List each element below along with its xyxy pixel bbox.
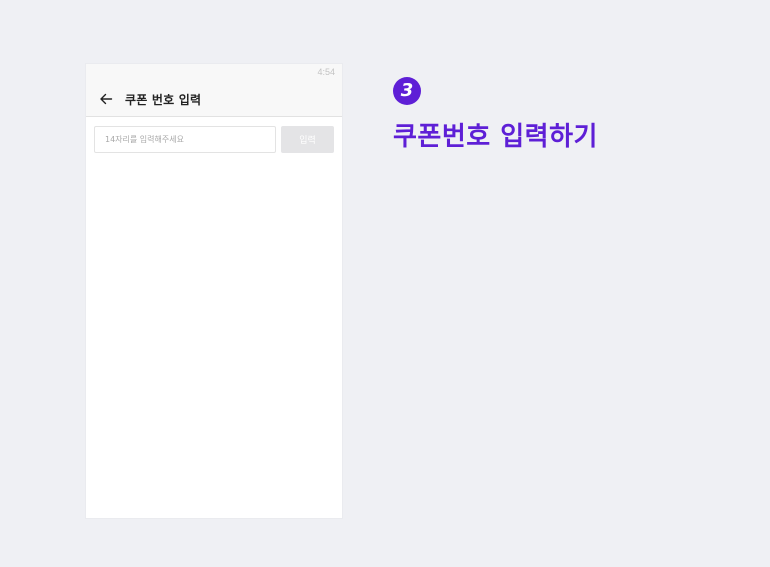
- status-time: 4:54: [317, 67, 335, 77]
- status-bar: 4:54: [86, 64, 342, 81]
- phone-screen: 4:54 쿠폰 번호 입력 입력: [86, 64, 342, 518]
- step-title: 쿠폰번호 입력하기: [393, 122, 598, 152]
- arrow-left-icon[interactable]: [98, 91, 114, 107]
- step-number-badge: 3: [393, 77, 421, 105]
- coupon-code-input[interactable]: [94, 126, 276, 153]
- submit-coupon-button[interactable]: 입력: [281, 126, 334, 153]
- app-header: 쿠폰 번호 입력: [86, 81, 342, 117]
- page-title: 쿠폰 번호 입력: [125, 93, 202, 107]
